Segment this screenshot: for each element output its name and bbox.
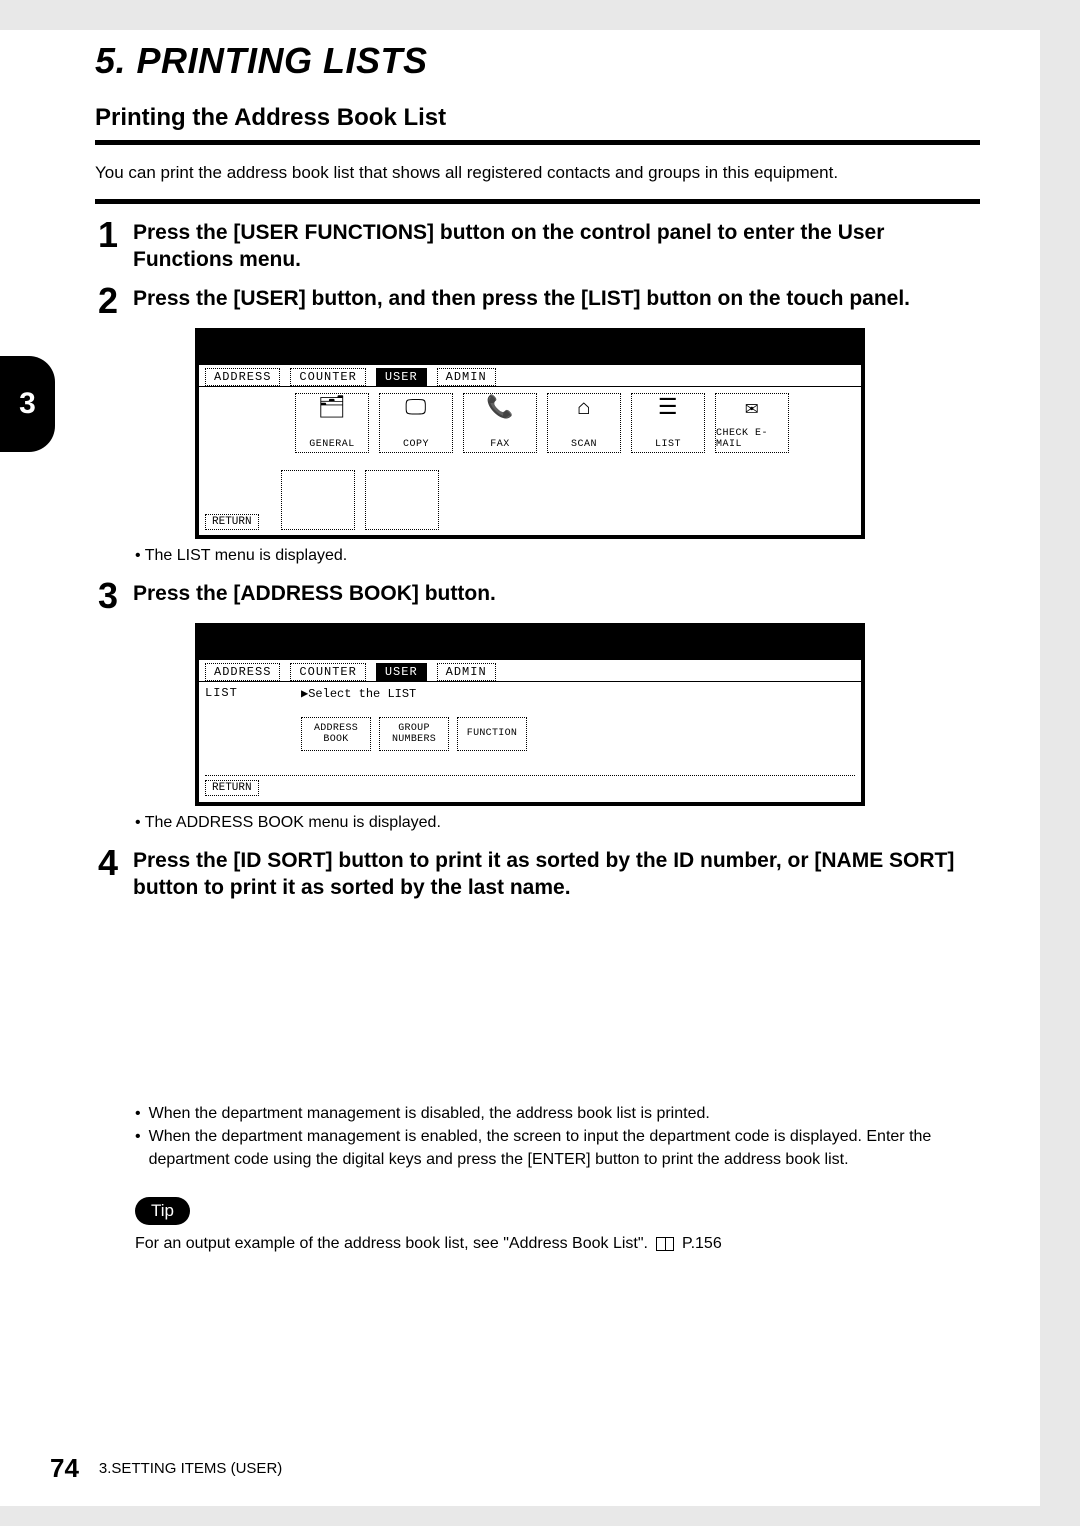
lcd-return-button[interactable]: RETURN [205,514,259,530]
step-text: Press the [ADDRESS BOOK] button. [133,579,496,607]
footer-section: 3.SETTING ITEMS (USER) [99,1460,282,1477]
step-text: Press the [USER] button, and then press … [133,284,910,312]
lcd-button-scan[interactable]: ⌂ SCAN [547,393,621,453]
step-number: 2 [95,284,121,318]
lcd-button-shutdown[interactable]: ⏻ SHUTDOWN [365,470,439,530]
lcd-button-general[interactable]: 🗂 GENERAL [295,393,369,453]
lcd-button-label: GENERAL [309,439,355,450]
lcd-button-label: CHECK E-MAIL [716,428,788,450]
shutdown-icon: ⏻ [366,475,438,497]
step-notes-list: • When the department management is disab… [135,1102,980,1172]
divider [95,140,980,145]
lcd-button-label: SHUTDOWN [376,516,428,527]
lcd-prompt: ▶Select the LIST [301,686,855,701]
lcd-button-label: COPY [403,439,429,450]
step-note: • The ADDRESS BOOK menu is displayed. [135,814,980,832]
lcd-button-label: SCAN [571,439,597,450]
lcd-button-copy[interactable]: 🖵 COPY [379,393,453,453]
chapter-title: 5. PRINTING LISTS [95,40,980,82]
step-3: 3 Press the [ADDRESS BOOK] button. [95,579,980,613]
step-number: 4 [95,846,121,880]
tip-text: For an output example of the address boo… [135,1235,980,1253]
tip-text-content: For an output example of the address boo… [135,1235,648,1253]
step-note: • The LIST menu is displayed. [135,547,980,565]
step-number: 3 [95,579,121,613]
tip-badge: Tip [135,1197,190,1225]
page-footer: 74 3.SETTING ITEMS (USER) [0,1453,1040,1484]
lcd-tab-address[interactable]: ADDRESS [205,663,280,681]
lcd-mode-label: LIST [205,686,301,775]
bullet: • [135,1125,141,1171]
page-number: 74 [50,1453,79,1484]
lcd-tab-user[interactable]: USER [376,663,427,681]
lcd-return-button[interactable]: RETURN [205,780,259,796]
lcd-tab-admin[interactable]: ADMIN [437,663,496,681]
lcd-tab-address[interactable]: ADDRESS [205,368,280,386]
step-text: Press the [USER FUNCTIONS] button on the… [133,218,980,274]
lcd-button-check-email[interactable]: ✉ CHECK E-MAIL [715,393,789,453]
note-text: When the department management is enable… [149,1125,980,1171]
drawer-icon: 🗄 [282,475,354,497]
intro-text: You can print the address book list that… [95,163,980,183]
lcd-button-list[interactable]: ☰ LIST [631,393,705,453]
step-number: 1 [95,218,121,252]
lcd-button-fax[interactable]: 📞 FAX [463,393,537,453]
section-title: Printing the Address Book List [95,104,980,132]
note-text: When the department management is disabl… [149,1102,710,1125]
step-2: 2 Press the [USER] button, and then pres… [95,284,980,318]
lcd-tab-user[interactable]: USER [376,368,427,386]
lcd-button-address-book[interactable]: ADDRESS BOOK [301,717,371,751]
lcd-button-function[interactable]: FUNCTION [457,717,527,751]
lcd-tab-admin[interactable]: ADMIN [437,368,496,386]
step-text: Press the [ID SORT] button to print it a… [133,846,980,902]
step-4: 4 Press the [ID SORT] button to print it… [95,846,980,902]
book-icon [656,1237,674,1251]
fax-icon: 📞 [464,398,536,420]
lcd-button-label: LIST [655,439,681,450]
lcd-tab-counter[interactable]: COUNTER [290,663,365,681]
lcd-button-label: DRAWER [298,516,337,527]
lcd-screenshot-user-menu: ADDRESS COUNTER USER ADMIN 🗂 GENERAL 🖵 COP… [195,328,865,539]
scan-icon: ⌂ [548,398,620,420]
lcd-button-label: FAX [490,439,510,450]
list-icon: ☰ [632,398,704,420]
lcd-button-group-numbers[interactable]: GROUP NUMBERS [379,717,449,751]
divider [205,775,855,776]
lcd-tab-counter[interactable]: COUNTER [290,368,365,386]
copy-icon: 🖵 [380,398,452,420]
page-reference-link[interactable]: P.156 [682,1235,722,1253]
chapter-side-tab: 3 [0,356,55,452]
divider [95,199,980,204]
general-icon: 🗂 [296,398,368,420]
step-1: 1 Press the [USER FUNCTIONS] button on t… [95,218,980,274]
lcd-screenshot-list-menu: ADDRESS COUNTER USER ADMIN LIST ▶Select … [195,623,865,806]
bullet: • [135,1102,141,1125]
email-icon: ✉ [716,398,788,420]
lcd-button-drawer[interactable]: 🗄 DRAWER [281,470,355,530]
